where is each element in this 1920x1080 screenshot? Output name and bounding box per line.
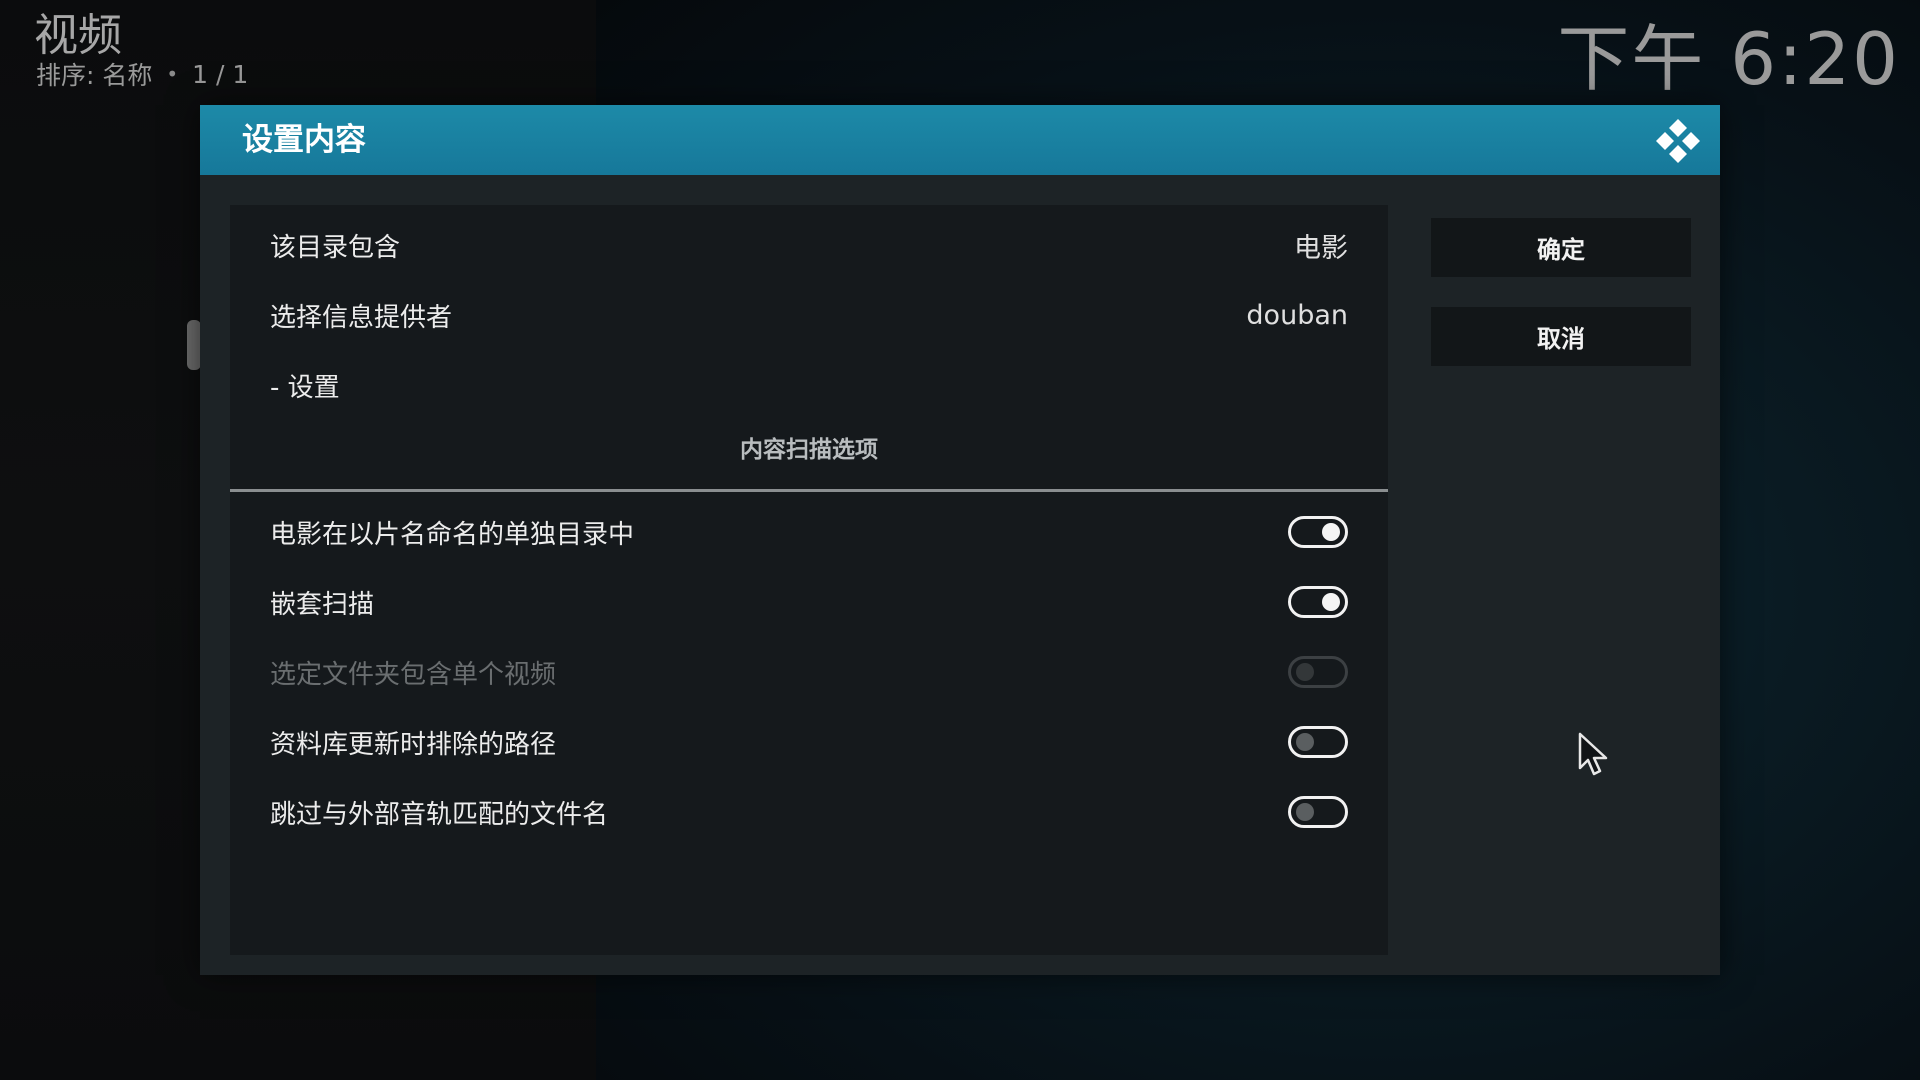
row-directory-contains[interactable]: 该目录包含 电影	[230, 210, 1388, 280]
dialog-header: 设置内容	[200, 105, 1720, 175]
option-label: 电影在以片名命名的单独目录中	[270, 519, 635, 550]
sort-info: 排序: 名称 • 1 / 1	[36, 56, 248, 92]
toggle-knob	[1296, 663, 1314, 681]
kodi-logo-icon	[1656, 119, 1700, 163]
toggle-switch[interactable]	[1288, 516, 1348, 548]
settings-list: 该目录包含 电影 选择信息提供者 douban - 设置 内容扫描选项 电影在以…	[230, 205, 1388, 955]
toggle-knob	[1322, 523, 1340, 541]
toggle-switch	[1288, 656, 1348, 688]
sort-label: 排序: 名称	[36, 61, 153, 90]
toggle-switch[interactable]	[1288, 726, 1348, 758]
row-provider-settings[interactable]: - 设置	[230, 350, 1388, 420]
page-count: 1 / 1	[192, 59, 249, 89]
toggle-switch[interactable]	[1288, 586, 1348, 618]
row-info-provider[interactable]: 选择信息提供者 douban	[230, 280, 1388, 350]
toggle-knob	[1322, 593, 1340, 611]
option-single-video-folder: 选定文件夹包含单个视频	[230, 637, 1388, 707]
option-label: 嵌套扫描	[270, 589, 375, 620]
ok-button[interactable]: 确定	[1431, 218, 1691, 277]
option-movies-in-separate-folders[interactable]: 电影在以片名命名的单独目录中	[230, 497, 1388, 567]
row-label: 该目录包含	[270, 232, 401, 263]
clock: 下午 6:20	[1557, 17, 1900, 101]
option-label: 选定文件夹包含单个视频	[270, 659, 557, 690]
row-label: - 设置	[270, 372, 340, 403]
toggle-knob	[1296, 733, 1314, 751]
toggle-switch[interactable]	[1288, 796, 1348, 828]
row-label: 选择信息提供者	[270, 302, 453, 333]
side-menu-handle[interactable]	[187, 320, 201, 370]
section-divider	[230, 489, 1388, 492]
option-recursive-scan[interactable]: 嵌套扫描	[230, 567, 1388, 637]
option-skip-external-audio[interactable]: 跳过与外部音轨匹配的文件名	[230, 777, 1388, 847]
dialog-title: 设置内容	[242, 122, 366, 158]
separator-dot: •	[166, 62, 179, 86]
cancel-button[interactable]: 取消	[1431, 307, 1691, 366]
row-value: douban	[1246, 299, 1348, 331]
option-label: 资料库更新时排除的路径	[270, 729, 557, 760]
section-header-scan-options: 内容扫描选项	[740, 437, 878, 463]
row-value: 电影	[1294, 232, 1348, 264]
set-content-dialog: 设置内容 该目录包含 电影 选择信息提供者 douban - 设置 内容扫描选项…	[200, 105, 1720, 975]
option-exclude-path[interactable]: 资料库更新时排除的路径	[230, 707, 1388, 777]
mouse-pointer-icon	[1578, 732, 1608, 776]
toggle-knob	[1296, 803, 1314, 821]
option-label: 跳过与外部音轨匹配的文件名	[270, 799, 609, 830]
